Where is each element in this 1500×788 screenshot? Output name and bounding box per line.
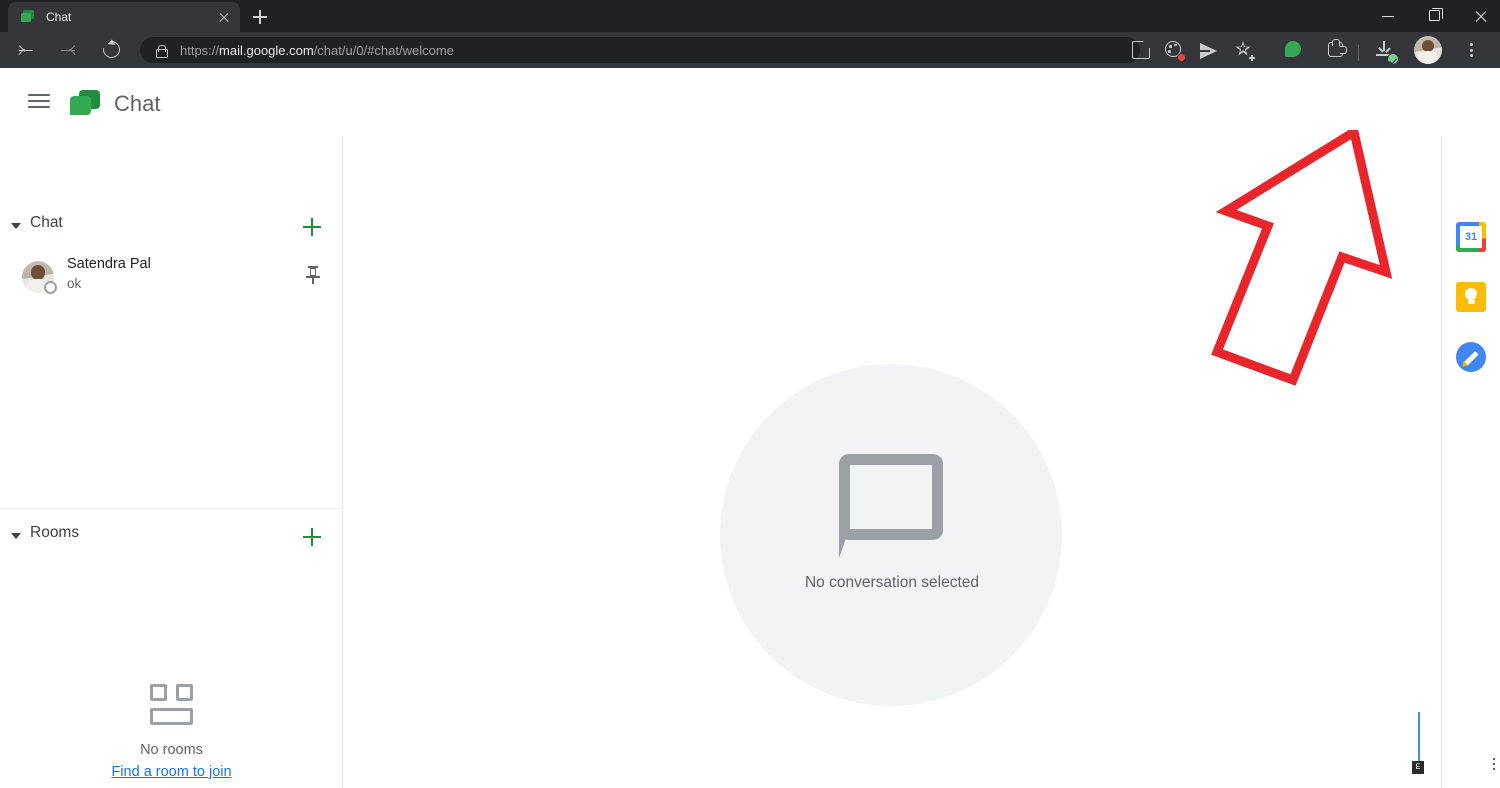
find-room-link[interactable]: Find a room to join	[111, 764, 231, 780]
sidebar-section-chat[interactable]: Chat	[0, 204, 343, 248]
rooms-empty-state: No rooms Find a room to join	[0, 684, 343, 781]
presence-indicator	[44, 281, 57, 294]
url-host: mail.google.com	[219, 42, 314, 58]
minimize-icon[interactable]	[1366, 0, 1412, 32]
corner-dots-icon	[1493, 758, 1497, 772]
rooms-empty-icon	[149, 684, 195, 726]
lock-icon	[154, 43, 168, 58]
text-caret	[1418, 712, 1420, 762]
back-arrow-icon[interactable]	[12, 36, 40, 64]
download-icon[interactable]	[1373, 39, 1399, 65]
sidebar: Chat Satendra Pal ok Rooms No rooms Find…	[0, 136, 343, 788]
side-panel: 31	[1441, 136, 1500, 788]
profile-avatar[interactable]	[1414, 36, 1442, 64]
maximize-icon[interactable]	[1412, 0, 1458, 32]
star-add-icon[interactable]	[1233, 39, 1257, 63]
chat-favicon	[20, 9, 36, 25]
new-tab-button[interactable]	[248, 5, 272, 29]
add-chat-icon[interactable]	[303, 218, 321, 236]
toolbar-divider	[1358, 45, 1359, 61]
open-in-new-icon[interactable]	[1130, 38, 1153, 61]
browser-window: Chat https://mail.google.com/chat/u/0/#c…	[0, 0, 1500, 788]
google-tasks-icon[interactable]	[1456, 342, 1486, 372]
notification-badge	[1177, 53, 1186, 62]
chat-bubble-icon	[839, 454, 943, 558]
google-calendar-icon[interactable]: 31	[1456, 222, 1486, 252]
close-tab-icon[interactable]	[216, 9, 232, 25]
palette-icon[interactable]	[1163, 39, 1186, 62]
url-path: /chat/u/0/#chat/welcome	[313, 42, 454, 58]
browser-titlebar: Chat	[0, 0, 1500, 32]
address-bar-url: https://mail.google.com/chat/u/0/#chat/w…	[180, 43, 454, 58]
address-bar[interactable]: https://mail.google.com/chat/u/0/#chat/w…	[140, 37, 1140, 63]
google-keep-icon[interactable]	[1456, 282, 1486, 312]
app-title: Chat	[114, 91, 161, 116]
calendar-day-number: 31	[1460, 226, 1482, 248]
puzzle-extension-icon[interactable]	[1325, 39, 1347, 61]
tab-title: Chat	[46, 10, 72, 24]
pin-icon[interactable]	[305, 266, 321, 284]
app-header: Chat	[0, 68, 1500, 136]
conversation-name: Satendra Pal	[67, 256, 151, 272]
browser-toolbar: https://mail.google.com/chat/u/0/#chat/w…	[0, 32, 1500, 68]
conversation-snippet: ok	[67, 276, 82, 291]
browser-tab[interactable]: Chat	[8, 2, 240, 32]
send-icon[interactable]	[1198, 39, 1220, 61]
caret-badge: E	[1412, 761, 1424, 774]
google-chat-logo	[70, 90, 102, 118]
close-icon[interactable]	[1458, 0, 1500, 32]
hamburger-menu-icon[interactable]	[25, 87, 53, 115]
rooms-empty-text: No rooms	[140, 742, 203, 758]
url-scheme: https://	[180, 42, 220, 58]
more-options-icon[interactable]	[1460, 39, 1482, 61]
add-room-icon[interactable]	[303, 528, 321, 546]
green-bubble-icon[interactable]	[1282, 39, 1304, 61]
list-item[interactable]: Satendra Pal ok	[0, 248, 343, 304]
divider	[0, 508, 343, 509]
sidebar-section-label: Rooms	[30, 524, 80, 541]
sidebar-section-rooms[interactable]: Rooms	[0, 514, 343, 558]
chevron-collapse-icon[interactable]	[11, 533, 21, 539]
empty-state-text: No conversation selected	[804, 574, 980, 591]
reload-icon[interactable]	[98, 36, 126, 64]
forward-arrow-icon[interactable]	[54, 36, 82, 64]
sidebar-section-label: Chat	[30, 214, 63, 231]
red-arrow-annotation	[1211, 130, 1393, 386]
chevron-collapse-icon[interactable]	[11, 223, 21, 229]
